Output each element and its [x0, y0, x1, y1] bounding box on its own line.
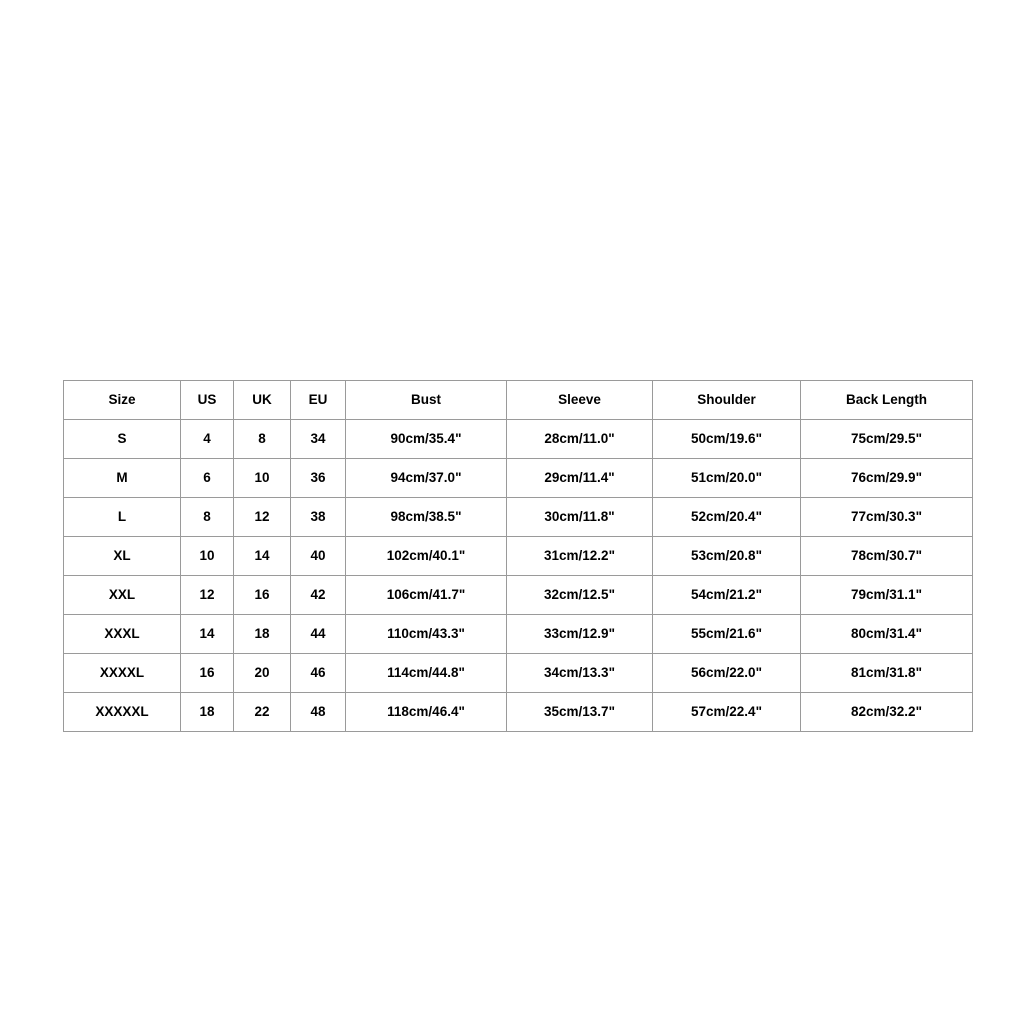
- column-header-size: Size: [63, 380, 181, 420]
- cell-sleeve: 29cm/11.4": [506, 458, 653, 498]
- cell-back-length: 76cm/29.9": [800, 458, 973, 498]
- cell-eu: 44: [290, 614, 346, 654]
- cell-us: 18: [180, 692, 234, 732]
- size-chart-body: S 4 8 34 90cm/35.4" 28cm/11.0" 50cm/19.6" 75cm/…: [63, 419, 973, 732]
- cell-uk: 18: [233, 614, 291, 654]
- cell-us: 14: [180, 614, 234, 654]
- cell-back-length: 80cm/31.4": [800, 614, 973, 654]
- cell-eu: 34: [290, 419, 346, 459]
- cell-back-length: 75cm/29.5": [800, 419, 973, 459]
- cell-us: 8: [180, 497, 234, 537]
- column-header-shoulder: Shoulder: [652, 380, 801, 420]
- cell-eu: 40: [290, 536, 346, 576]
- table-row: S 4 8 34 90cm/35.4" 28cm/11.0" 50cm/19.6" 75cm/…: [63, 419, 973, 459]
- cell-sleeve: 34cm/13.3": [506, 653, 653, 693]
- cell-shoulder: 55cm/21.6": [652, 614, 801, 654]
- column-header-back-length: Back Length: [800, 380, 973, 420]
- column-header-us: US: [180, 380, 234, 420]
- cell-size-label: XXL: [63, 575, 181, 615]
- column-header-eu: EU: [290, 380, 346, 420]
- cell-bust: 98cm/38.5": [345, 497, 507, 537]
- cell-bust: 90cm/35.4": [345, 419, 507, 459]
- cell-bust: 102cm/40.1": [345, 536, 507, 576]
- size-chart-header: Size US UK EU Bust Sleeve Shoulder Back Length: [63, 380, 973, 420]
- cell-eu: 36: [290, 458, 346, 498]
- cell-eu: 38: [290, 497, 346, 537]
- cell-sleeve: 30cm/11.8": [506, 497, 653, 537]
- cell-back-length: 82cm/32.2": [800, 692, 973, 732]
- cell-size-label: S: [63, 419, 181, 459]
- cell-sleeve: 35cm/13.7": [506, 692, 653, 732]
- cell-us: 6: [180, 458, 234, 498]
- cell-size-label: XXXXXL: [63, 692, 181, 732]
- cell-size-label: XL: [63, 536, 181, 576]
- cell-back-length: 77cm/30.3": [800, 497, 973, 537]
- cell-uk: 8: [233, 419, 291, 459]
- table-row: M 6 10 36 94cm/37.0" 29cm/11.4" 51cm/20.0" 76cm…: [63, 458, 973, 498]
- cell-uk: 20: [233, 653, 291, 693]
- cell-uk: 14: [233, 536, 291, 576]
- cell-shoulder: 53cm/20.8": [652, 536, 801, 576]
- table-row: XXXL 14 18 44 110cm/43.3" 33cm/12.9" 55cm/21.6…: [63, 614, 973, 654]
- cell-eu: 48: [290, 692, 346, 732]
- cell-shoulder: 56cm/22.0": [652, 653, 801, 693]
- size-chart-container: Size US UK EU Bust Sleeve Shoulder Back Length …: [63, 380, 973, 732]
- cell-bust: 106cm/41.7": [345, 575, 507, 615]
- table-row: XXXXXL 18 22 48 118cm/46.4" 35cm/13.7" 57cm/22…: [63, 692, 973, 732]
- table-row: XL 10 14 40 102cm/40.1" 31cm/12.2" 53cm/20.8" 7…: [63, 536, 973, 576]
- cell-size-label: L: [63, 497, 181, 537]
- cell-us: 10: [180, 536, 234, 576]
- column-header-bust: Bust: [345, 380, 507, 420]
- column-header-sleeve: Sleeve: [506, 380, 653, 420]
- column-header-uk: UK: [233, 380, 291, 420]
- cell-bust: 118cm/46.4": [345, 692, 507, 732]
- table-row: L 8 12 38 98cm/38.5" 30cm/11.8" 52cm/20.4" 77cm…: [63, 497, 973, 537]
- cell-back-length: 78cm/30.7": [800, 536, 973, 576]
- cell-shoulder: 57cm/22.4": [652, 692, 801, 732]
- cell-back-length: 81cm/31.8": [800, 653, 973, 693]
- cell-sleeve: 33cm/12.9": [506, 614, 653, 654]
- table-row: XXL 12 16 42 106cm/41.7" 32cm/12.5" 54cm/21.2"…: [63, 575, 973, 615]
- cell-back-length: 79cm/31.1": [800, 575, 973, 615]
- cell-size-label: XXXXL: [63, 653, 181, 693]
- cell-sleeve: 32cm/12.5": [506, 575, 653, 615]
- cell-uk: 16: [233, 575, 291, 615]
- cell-bust: 114cm/44.8": [345, 653, 507, 693]
- table-row: XXXXL 16 20 46 114cm/44.8" 34cm/13.3" 56cm/22.…: [63, 653, 973, 693]
- cell-uk: 22: [233, 692, 291, 732]
- cell-shoulder: 50cm/19.6": [652, 419, 801, 459]
- size-chart-table: Size US UK EU Bust Sleeve Shoulder Back Length …: [63, 380, 973, 732]
- cell-eu: 42: [290, 575, 346, 615]
- cell-shoulder: 52cm/20.4": [652, 497, 801, 537]
- cell-shoulder: 51cm/20.0": [652, 458, 801, 498]
- cell-size-label: M: [63, 458, 181, 498]
- cell-uk: 10: [233, 458, 291, 498]
- table-header-row: Size US UK EU Bust Sleeve Shoulder Back Length: [63, 380, 973, 420]
- cell-bust: 94cm/37.0": [345, 458, 507, 498]
- cell-size-label: XXXL: [63, 614, 181, 654]
- cell-sleeve: 28cm/11.0": [506, 419, 653, 459]
- cell-shoulder: 54cm/21.2": [652, 575, 801, 615]
- cell-us: 4: [180, 419, 234, 459]
- cell-us: 12: [180, 575, 234, 615]
- cell-bust: 110cm/43.3": [345, 614, 507, 654]
- cell-sleeve: 31cm/12.2": [506, 536, 653, 576]
- cell-eu: 46: [290, 653, 346, 693]
- cell-us: 16: [180, 653, 234, 693]
- cell-uk: 12: [233, 497, 291, 537]
